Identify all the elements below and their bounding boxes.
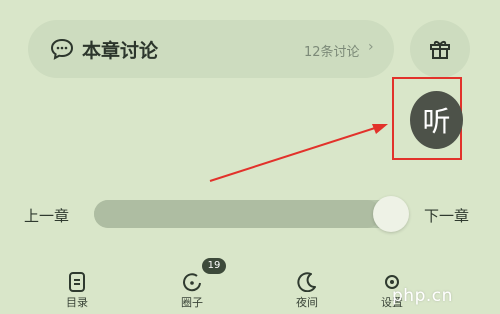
chapter-discussion-button[interactable]: 本章讨论 12条讨论 › [28, 20, 394, 78]
moon-icon [297, 272, 316, 292]
chevron-right-icon: › [368, 39, 374, 55]
prev-chapter-button[interactable]: 上一章 [24, 205, 69, 226]
listen-label: 听 [422, 105, 451, 138]
circle-badge: 19 [202, 258, 226, 274]
tab-label: 目录 [66, 296, 88, 309]
chapter-progress-fill [94, 200, 381, 228]
annotation-arrow [209, 124, 388, 182]
catalog-icon [69, 272, 85, 292]
tab-night[interactable]: 夜间 [277, 264, 337, 310]
circle-icon [183, 273, 201, 292]
tab-label: 圈子 [181, 296, 203, 309]
watermark: php.cn [392, 286, 453, 306]
discussion-title: 本章讨论 [82, 40, 159, 62]
gift-icon [430, 40, 450, 59]
discussion-count: 12条讨论 [304, 45, 360, 60]
listen-button[interactable]: 听 [410, 91, 463, 149]
chapter-progress-thumb[interactable] [373, 196, 409, 232]
gift-button[interactable] [410, 20, 470, 78]
next-chapter-button[interactable]: 下一章 [424, 205, 469, 226]
tab-catalog[interactable]: 目录 [47, 264, 107, 310]
chat-bubble-icon [50, 38, 74, 60]
tab-label: 夜间 [296, 296, 318, 309]
